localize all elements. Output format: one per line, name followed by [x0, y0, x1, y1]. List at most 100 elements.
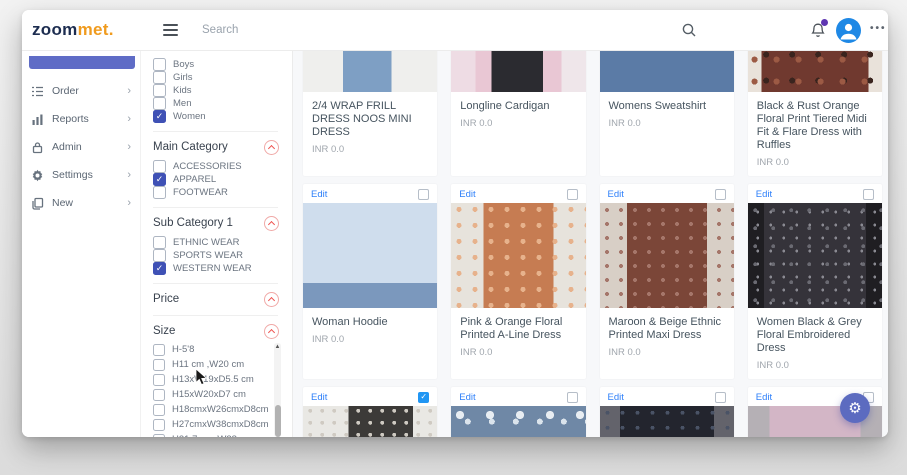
- user-avatar[interactable]: [836, 18, 861, 43]
- product-name[interactable]: Maroon & Beige Ethnic Printed Maxi Dress: [600, 308, 734, 342]
- product-card[interactable]: Edit Longline Cardigan INR 0.0: [451, 51, 586, 176]
- edit-link[interactable]: Edit: [608, 189, 624, 200]
- sub-category-option[interactable]: WESTERN WEAR: [153, 262, 292, 275]
- product-checkbox[interactable]: [863, 188, 874, 200]
- main-category-option[interactable]: FOOTWEAR: [153, 186, 292, 199]
- brand-logo-secondary: met.: [77, 20, 114, 39]
- scrollbar-up-arrow-icon[interactable]: ▲: [274, 344, 281, 350]
- checkbox[interactable]: [153, 389, 165, 401]
- main-category-option[interactable]: APPAREL: [153, 173, 292, 186]
- brand-logo[interactable]: zoommet.: [32, 20, 114, 40]
- product-card[interactable]: Edit Woman Hoodie INR 0.0: [303, 183, 438, 379]
- checkbox-label: FOOTWEAR: [173, 187, 228, 198]
- product-name[interactable]: Pink & Orange Floral Printed A-Line Dres…: [451, 308, 585, 342]
- checkbox[interactable]: [153, 186, 166, 199]
- collapse-section-icon[interactable]: [264, 323, 279, 339]
- product-card[interactable]: Edit Pink & Orange Floral Printed A-Line…: [451, 183, 586, 379]
- size-filter-option[interactable]: H18cmxW26cmxD8cm: [153, 403, 269, 418]
- product-name[interactable]: Woman Hoodie: [303, 308, 437, 329]
- checkbox[interactable]: [153, 249, 166, 262]
- product-checkbox[interactable]: [714, 188, 726, 200]
- checkbox[interactable]: [153, 110, 166, 123]
- edit-link[interactable]: Edit: [756, 392, 772, 403]
- product-card[interactable]: Edit: [303, 386, 438, 437]
- size-filter-option[interactable]: H13xW19xD5.5 cm: [153, 373, 266, 388]
- product-checkbox[interactable]: [714, 391, 726, 403]
- gender-filter-option[interactable]: Women: [153, 110, 292, 123]
- gender-filter-option[interactable]: Girls: [153, 71, 292, 84]
- size-filter-option[interactable]: H-5'8: [153, 343, 266, 358]
- card-header: Edit: [600, 184, 734, 203]
- checkbox[interactable]: [153, 173, 166, 186]
- checkbox-label: Men: [173, 98, 192, 109]
- gender-filter-option[interactable]: Boys: [153, 58, 292, 71]
- size-filter-option[interactable]: H27cmxW38cmxD8cm: [153, 418, 269, 433]
- checkbox[interactable]: [153, 160, 166, 173]
- product-checkbox[interactable]: [566, 188, 578, 200]
- size-filter-option[interactable]: H15xW20xD7 cm: [153, 388, 266, 403]
- sub-category-option[interactable]: SPORTS WEAR: [153, 249, 292, 262]
- sidebar-active-item-partial[interactable]: [29, 56, 135, 69]
- product-card[interactable]: Edit: [599, 386, 734, 437]
- checkbox[interactable]: [153, 374, 165, 386]
- checkbox-label: Women: [173, 111, 206, 122]
- sub-category-option[interactable]: ETHNIC WEAR: [153, 236, 292, 249]
- edit-link[interactable]: Edit: [459, 392, 475, 403]
- notification-dot: [821, 19, 828, 26]
- gender-filter-option[interactable]: Kids: [153, 84, 292, 97]
- sidebar-item-settings[interactable]: Settimgs ›: [22, 161, 140, 189]
- sidebar-item-reports[interactable]: Reports ›: [22, 105, 140, 133]
- size-filter-option[interactable]: H31.7 cmxW38 cmxD10.16 cm: [153, 433, 266, 437]
- edit-link[interactable]: Edit: [608, 392, 624, 403]
- edit-link[interactable]: Edit: [311, 189, 327, 200]
- product-name[interactable]: 2/4 WRAP FRILL DRESS NOOS MINI DRESS: [303, 92, 437, 139]
- checkbox[interactable]: [153, 236, 166, 249]
- checkbox[interactable]: [153, 344, 165, 356]
- checkbox[interactable]: [153, 359, 165, 371]
- checkbox[interactable]: [153, 404, 165, 416]
- checkbox[interactable]: [153, 97, 166, 110]
- sidebar-item-new[interactable]: New ›: [22, 189, 140, 217]
- edit-link[interactable]: Edit: [459, 189, 475, 200]
- search-input[interactable]: Search: [202, 24, 238, 36]
- product-name[interactable]: Womens Sweatshirt: [600, 92, 734, 113]
- checkbox[interactable]: [153, 434, 165, 437]
- product-card[interactable]: Edit Women Black & Grey Floral Embroider…: [747, 183, 882, 379]
- product-checkbox[interactable]: [418, 188, 430, 200]
- product-checkbox[interactable]: [418, 391, 430, 403]
- checkbox[interactable]: [153, 58, 166, 71]
- edit-link[interactable]: Edit: [756, 189, 772, 200]
- search-icon[interactable]: [680, 21, 698, 39]
- checkbox[interactable]: [153, 262, 166, 275]
- product-checkbox[interactable]: [566, 391, 578, 403]
- product-price: INR 0.0: [460, 117, 493, 129]
- scrollbar-thumb[interactable]: [274, 405, 281, 437]
- gender-filter-option[interactable]: Men: [153, 97, 292, 110]
- collapse-section-icon[interactable]: [264, 291, 279, 307]
- product-card[interactable]: Edit: [451, 386, 586, 437]
- more-options-icon[interactable]: •••: [870, 23, 887, 34]
- product-name[interactable]: Black & Rust Orange Floral Print Tiered …: [748, 92, 882, 152]
- product-card[interactable]: Edit 2/4 WRAP FRILL DRESS NOOS MINI DRES…: [303, 51, 438, 176]
- notification-bell-icon[interactable]: [808, 19, 828, 40]
- sidebar-item-admin[interactable]: Admin ›: [22, 133, 140, 161]
- checkbox[interactable]: [153, 419, 165, 431]
- hamburger-menu-icon[interactable]: [163, 24, 178, 39]
- product-price: INR 0.0: [756, 156, 789, 168]
- collapse-section-icon[interactable]: [264, 139, 279, 155]
- main-category-option[interactable]: ACCESSORIES: [153, 160, 292, 173]
- product-name[interactable]: Longline Cardigan: [451, 92, 585, 113]
- size-filter-option[interactable]: H11 cm ,W20 cm: [153, 358, 266, 373]
- sidebar-item-order[interactable]: Order ›: [22, 77, 140, 105]
- settings-fab-button[interactable]: ⚙: [840, 393, 870, 423]
- product-name[interactable]: Women Black & Grey Floral Embroidered Dr…: [748, 308, 882, 355]
- product-card[interactable]: Edit Womens Sweatshirt INR 0.0: [599, 51, 734, 176]
- checkbox[interactable]: [153, 84, 166, 97]
- product-card[interactable]: Edit Maroon & Beige Ethnic Printed Maxi …: [599, 183, 734, 379]
- collapse-section-icon[interactable]: [264, 215, 279, 231]
- checkbox[interactable]: [153, 71, 166, 84]
- edit-link[interactable]: Edit: [311, 392, 327, 403]
- checkbox-label: H13xW19xD5.5 cm: [172, 374, 254, 385]
- product-card[interactable]: Edit Black & Rust Orange Floral Print Ti…: [747, 51, 882, 176]
- size-list-scrollbar[interactable]: ▲: [274, 343, 281, 437]
